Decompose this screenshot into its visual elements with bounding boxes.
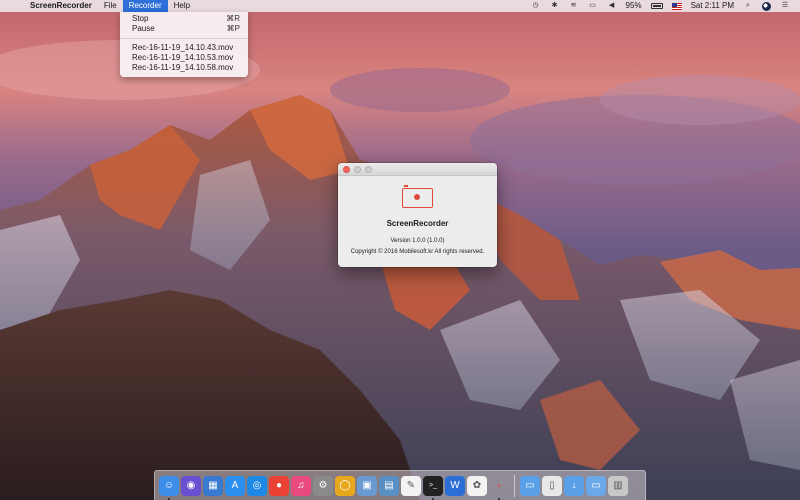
recorder-menu-dropdown: Stop ⌘R Pause ⌘P Rec-16-11-19_14.10.43.m… xyxy=(120,12,248,77)
wifi-icon[interactable]: ≋ xyxy=(569,1,579,11)
window-titlebar[interactable] xyxy=(338,163,497,176)
finder-icon[interactable]: ☺ xyxy=(159,475,179,500)
menu-app-name[interactable]: ScreenRecorder xyxy=(30,0,98,12)
input-source-flag-icon[interactable] xyxy=(671,2,682,10)
script-icon[interactable]: ▯ xyxy=(542,475,562,496)
about-copyright: Copyright © 2016 Mobilesoft.kr All right… xyxy=(350,249,485,255)
minimize-button[interactable] xyxy=(354,165,361,173)
menu-separator xyxy=(120,38,248,39)
menu-bar: ScreenRecorder File Recorder Help ◷ ✱ ≋ … xyxy=(0,0,800,12)
siri-icon[interactable]: ◉ xyxy=(181,475,201,496)
about-version: Version 1.0.0 (1.0.0) xyxy=(390,238,445,244)
preview-icon[interactable]: ▣ xyxy=(357,475,377,496)
zoom-button[interactable] xyxy=(365,165,372,173)
menu-item-recording[interactable]: Rec-16-11-19_14.10.53.mov xyxy=(120,53,248,63)
word-icon[interactable]: W xyxy=(445,475,465,496)
menu-item-shortcut: ⌘P xyxy=(226,24,240,33)
volume-icon[interactable]: ◀ xyxy=(607,1,617,11)
applications-folder-icon[interactable]: ▭ xyxy=(520,475,540,496)
close-button[interactable] xyxy=(343,165,350,173)
safari-icon[interactable]: ◎ xyxy=(247,475,267,496)
menu-help[interactable]: Help xyxy=(168,0,196,12)
documents-folder-icon[interactable]: ▭ xyxy=(586,475,606,496)
bluetooth-icon[interactable]: ✱ xyxy=(550,1,560,11)
battery-icon[interactable] xyxy=(650,3,663,9)
about-window: ScreenRecorder Version 1.0.0 (1.0.0) Cop… xyxy=(338,163,497,267)
itunes-icon[interactable]: ♫ xyxy=(291,475,311,496)
time-machine-icon[interactable]: ◷ xyxy=(531,1,541,11)
textedit-icon[interactable]: ✎ xyxy=(401,475,421,496)
coin-app-icon[interactable]: ◯ xyxy=(335,475,355,496)
dock-divider xyxy=(514,474,515,497)
menu-item-label: Pause xyxy=(132,24,155,33)
mission-control-icon[interactable]: ▦ xyxy=(203,475,223,496)
status-area: ◷ ✱ ≋ ▭ ◀ 95% Sat 2:11 PM ⌕ ☰ xyxy=(531,0,800,12)
spotlight-search-icon[interactable]: ⌕ xyxy=(743,1,753,11)
menu-recorder[interactable]: Recorder xyxy=(122,0,168,12)
photos-icon[interactable]: ✿ xyxy=(467,475,487,496)
menu-item-pause[interactable]: Pause ⌘P xyxy=(120,24,248,34)
menu-item-label: Stop xyxy=(132,14,149,23)
menu-file[interactable]: File xyxy=(98,0,123,12)
screenrecorder-logo-icon xyxy=(402,185,433,208)
menu-item-recording[interactable]: Rec-16-11-19_14.10.58.mov xyxy=(120,63,248,73)
downloads-folder-icon[interactable]: ↓ xyxy=(564,475,584,496)
image-capture-icon[interactable]: ▤ xyxy=(379,475,399,496)
chrome-icon[interactable]: ● xyxy=(269,475,289,496)
trash-icon[interactable]: ▥ xyxy=(608,475,628,496)
airplay-icon[interactable]: ▭ xyxy=(588,1,598,11)
menu-item-shortcut: ⌘R xyxy=(226,14,240,23)
system-preferences-icon[interactable]: ⚙ xyxy=(313,475,333,496)
app-store-icon[interactable]: A xyxy=(225,475,245,496)
clock[interactable]: Sat 2:11 PM xyxy=(691,0,734,12)
menu-item-stop[interactable]: Stop ⌘R xyxy=(120,14,248,24)
user-avatar[interactable] xyxy=(762,1,771,11)
menu-item-recording[interactable]: Rec-16-11-19_14.10.43.mov xyxy=(120,43,248,53)
screenrecorder-icon[interactable]: ● xyxy=(489,476,509,500)
notification-center-icon[interactable]: ☰ xyxy=(780,1,790,11)
terminal-icon[interactable]: >_ xyxy=(423,475,443,500)
battery-percent: 95% xyxy=(625,1,642,10)
dock: ☺ ◉ ▦ A ◎ ● ♫ ⚙ ◯ ▣ ▤ ✎ >_ W ✿ ● ▭ ▯ ↓ ▭ ▥ xyxy=(154,470,646,500)
about-app-name: ScreenRecorder xyxy=(386,219,449,228)
